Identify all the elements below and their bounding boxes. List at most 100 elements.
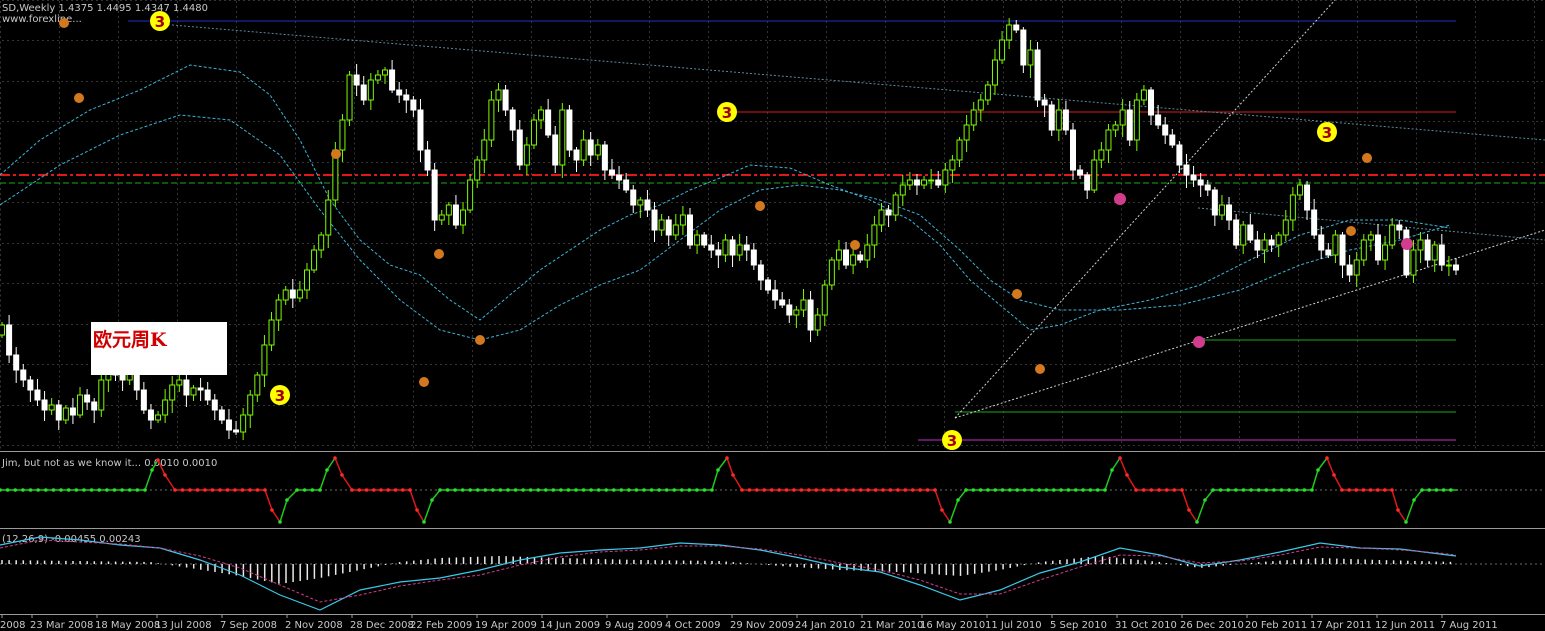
- candle-bearish[interactable]: [1034, 49, 1041, 101]
- candle-bullish[interactable]: [1367, 234, 1374, 241]
- candle-bullish[interactable]: [1332, 234, 1339, 256]
- candle-bearish[interactable]: [1062, 109, 1069, 131]
- candle-bearish[interactable]: [1148, 89, 1155, 116]
- candle-bearish[interactable]: [452, 204, 459, 226]
- candle-bullish[interactable]: [382, 69, 389, 76]
- candle-bearish[interactable]: [857, 254, 864, 261]
- candle-bearish[interactable]: [807, 299, 814, 331]
- candle-bullish[interactable]: [892, 194, 899, 216]
- fractal-pink[interactable]: [1114, 193, 1126, 205]
- candle-bullish[interactable]: [1389, 224, 1396, 246]
- candle-bearish[interactable]: [84, 394, 91, 403]
- candle-bullish[interactable]: [821, 284, 828, 316]
- candle-bullish[interactable]: [169, 384, 176, 401]
- candle-bearish[interactable]: [701, 234, 708, 246]
- candle-bearish[interactable]: [509, 109, 516, 131]
- candle-bullish[interactable]: [580, 139, 587, 161]
- candle-bearish[interactable]: [41, 399, 48, 411]
- candle-bullish[interactable]: [367, 79, 374, 101]
- candle-bearish[interactable]: [197, 387, 204, 391]
- candle-bearish[interactable]: [502, 89, 509, 111]
- candle-bullish[interactable]: [949, 159, 956, 171]
- candle-bullish[interactable]: [62, 407, 69, 421]
- candle-bullish[interactable]: [1382, 244, 1389, 261]
- candle-bullish[interactable]: [658, 219, 665, 231]
- candle-bullish[interactable]: [523, 144, 530, 166]
- candle-bullish[interactable]: [460, 209, 467, 226]
- candle-bearish[interactable]: [1197, 179, 1204, 186]
- candle-bullish[interactable]: [77, 394, 84, 416]
- candle-bearish[interactable]: [1126, 109, 1133, 141]
- candle-bullish[interactable]: [906, 179, 913, 186]
- candle-bearish[interactable]: [91, 401, 98, 411]
- candle-bearish[interactable]: [1155, 114, 1162, 126]
- candle-bullish[interactable]: [467, 179, 474, 211]
- candle-bearish[interactable]: [396, 89, 403, 96]
- candle-bearish[interactable]: [410, 99, 417, 111]
- candle-bullish[interactable]: [694, 234, 701, 246]
- candle-bearish[interactable]: [935, 179, 942, 186]
- candle-bearish[interactable]: [608, 169, 615, 176]
- candle-bearish[interactable]: [218, 409, 225, 421]
- candle-bullish[interactable]: [1240, 224, 1247, 246]
- candle-bearish[interactable]: [587, 139, 594, 156]
- candle-bearish[interactable]: [1211, 189, 1218, 216]
- candle-bearish[interactable]: [1396, 224, 1403, 231]
- candle-bullish[interactable]: [261, 344, 268, 376]
- candle-bullish[interactable]: [722, 239, 729, 256]
- candle-bearish[interactable]: [389, 69, 396, 91]
- candle-bullish[interactable]: [977, 99, 984, 111]
- candle-bullish[interactable]: [1282, 219, 1289, 236]
- candle-bullish[interactable]: [1140, 89, 1147, 101]
- candle-bearish[interactable]: [772, 289, 779, 301]
- candle-bullish[interactable]: [1112, 124, 1119, 131]
- candle-bullish[interactable]: [1091, 159, 1098, 191]
- candle-bearish[interactable]: [119, 374, 126, 381]
- candle-bearish[interactable]: [913, 179, 920, 186]
- candle-bearish[interactable]: [204, 389, 211, 401]
- candle-bullish[interactable]: [474, 159, 481, 181]
- candle-bullish[interactable]: [488, 99, 495, 141]
- candle-bearish[interactable]: [786, 304, 793, 316]
- candle-bullish[interactable]: [1133, 99, 1140, 141]
- candle-bearish[interactable]: [1020, 29, 1027, 66]
- candle-bullish[interactable]: [247, 394, 254, 416]
- candle-bullish[interactable]: [162, 399, 169, 416]
- candle-bearish[interactable]: [1325, 249, 1332, 256]
- candle-bearish[interactable]: [616, 174, 623, 181]
- candle-bearish[interactable]: [1453, 264, 1459, 271]
- fractal-orange[interactable]: [434, 249, 444, 259]
- candle-bullish[interactable]: [793, 309, 800, 316]
- candle-bullish[interactable]: [637, 199, 644, 206]
- candle-bullish[interactable]: [190, 387, 197, 396]
- candle-bullish[interactable]: [559, 109, 566, 166]
- candle-bearish[interactable]: [1346, 264, 1353, 276]
- candle-bearish[interactable]: [353, 74, 360, 86]
- candle-bullish[interactable]: [538, 109, 545, 121]
- candle-bullish[interactable]: [835, 249, 842, 261]
- annotation-box[interactable]: 欧元周K: [91, 322, 227, 375]
- candle-bearish[interactable]: [1254, 239, 1261, 251]
- candle-bullish[interactable]: [1445, 264, 1452, 267]
- candle-bullish[interactable]: [1353, 259, 1360, 276]
- candle-bearish[interactable]: [601, 144, 608, 171]
- candle-bearish[interactable]: [1339, 234, 1346, 266]
- candle-bearish[interactable]: [1424, 239, 1431, 261]
- candle-bullish[interactable]: [374, 74, 381, 81]
- candle-bullish[interactable]: [98, 379, 105, 411]
- candle-bearish[interactable]: [34, 389, 41, 401]
- candle-bearish[interactable]: [1048, 104, 1055, 131]
- candle-bearish[interactable]: [13, 354, 20, 371]
- candle-bullish[interactable]: [864, 244, 871, 261]
- candle-bearish[interactable]: [1190, 174, 1197, 181]
- fractal-orange[interactable]: [1346, 226, 1356, 236]
- candle-bullish[interactable]: [325, 199, 332, 236]
- candle-bullish[interactable]: [921, 179, 928, 186]
- candle-bearish[interactable]: [779, 299, 786, 306]
- candle-bearish[interactable]: [1013, 24, 1020, 31]
- candle-bullish[interactable]: [1055, 109, 1062, 131]
- candle-bearish[interactable]: [6, 324, 13, 356]
- fractal-orange[interactable]: [1012, 289, 1022, 299]
- candle-bullish[interactable]: [268, 319, 275, 346]
- candle-bearish[interactable]: [55, 404, 62, 421]
